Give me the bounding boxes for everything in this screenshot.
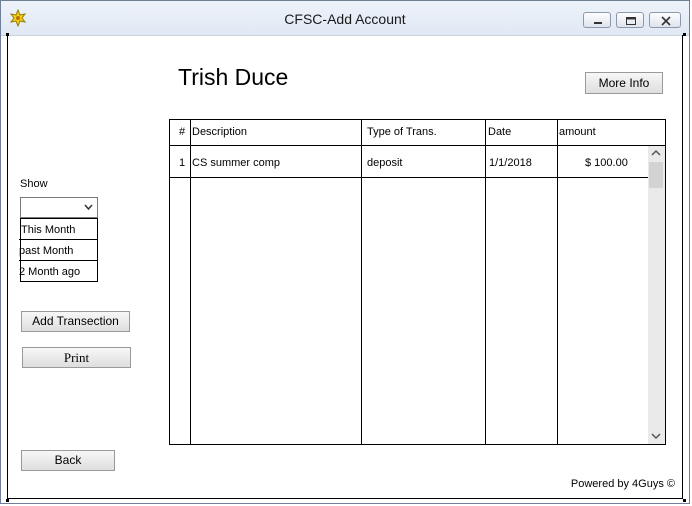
- row-divider: [170, 177, 648, 178]
- print-button[interactable]: Print: [22, 347, 131, 368]
- column-header-description[interactable]: Description: [192, 126, 247, 138]
- vertical-scrollbar[interactable]: [648, 146, 665, 444]
- add-transaction-button[interactable]: Add Transection: [21, 311, 130, 332]
- column-divider: [361, 120, 362, 444]
- maximize-icon: [626, 17, 636, 25]
- header-divider: [170, 145, 665, 146]
- row-num: 1: [179, 157, 186, 169]
- row-type: deposit: [367, 157, 403, 169]
- chevron-down-icon: [84, 204, 93, 211]
- scroll-thumb[interactable]: [649, 162, 663, 188]
- show-dropdown[interactable]: [20, 197, 98, 218]
- column-header-type[interactable]: Type of Trans.: [367, 126, 437, 138]
- show-option-2-month-ago[interactable]: 2 Month ago: [19, 260, 97, 281]
- account-name: Trish Duce: [178, 64, 289, 90]
- row-amount: $ 100.00: [585, 157, 628, 169]
- column-header-num[interactable]: #: [179, 126, 185, 138]
- show-options-list: This Month past Month 2 Month ago: [19, 218, 98, 282]
- column-divider: [557, 120, 558, 444]
- app-window: CFSC-Add Account Trish Duce More Info Sh…: [0, 0, 690, 504]
- corner-marker: [6, 499, 9, 502]
- scroll-up-icon[interactable]: [651, 149, 661, 156]
- minimize-icon: [594, 22, 602, 24]
- corner-marker: [6, 33, 9, 36]
- minimize-button[interactable]: [583, 12, 611, 28]
- maximize-button[interactable]: [616, 12, 644, 28]
- back-button[interactable]: Back: [21, 450, 115, 471]
- corner-marker: [683, 33, 686, 36]
- show-label: Show: [20, 178, 48, 190]
- column-header-amount[interactable]: amount: [559, 126, 596, 138]
- show-option-past-month[interactable]: past Month: [19, 239, 97, 260]
- title-bar[interactable]: CFSC-Add Account: [1, 1, 689, 36]
- column-divider: [485, 120, 486, 444]
- show-option-this-month[interactable]: This Month: [21, 218, 97, 239]
- row-description: CS summer comp: [192, 157, 281, 169]
- close-button[interactable]: [649, 12, 681, 28]
- footer-credit: Powered by 4Guys ©: [570, 478, 675, 490]
- close-icon: [661, 16, 671, 26]
- column-header-date[interactable]: Date: [488, 126, 511, 138]
- row-date: 1/1/2018: [489, 157, 532, 169]
- column-divider: [190, 120, 191, 444]
- transactions-table[interactable]: # Description Type of Trans. Date amount…: [169, 119, 666, 445]
- corner-marker: [683, 499, 686, 502]
- scroll-down-icon[interactable]: [651, 433, 661, 440]
- more-info-button[interactable]: More Info: [585, 72, 663, 94]
